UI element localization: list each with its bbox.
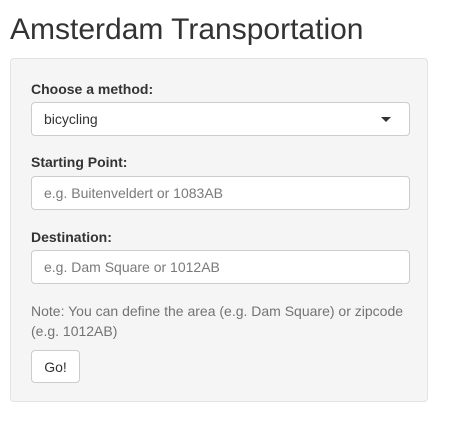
page-title: Amsterdam Transportation xyxy=(10,13,364,46)
sidebar-panel: Choose a method: bicycling Starting Poin… xyxy=(10,58,428,402)
help-note: Note: You can define the area (e.g. Dam … xyxy=(31,303,404,339)
method-label: Choose a method: xyxy=(31,81,154,97)
go-button[interactable]: Go! xyxy=(31,350,80,383)
method-selected-value: bicycling xyxy=(44,111,98,127)
destination-label: Destination: xyxy=(31,229,112,245)
destination-input[interactable] xyxy=(31,250,410,284)
chevron-down-icon xyxy=(381,117,391,122)
starting-point-input[interactable] xyxy=(31,176,410,210)
method-select[interactable]: bicycling xyxy=(31,102,410,136)
starting-point-label: Starting Point: xyxy=(31,154,128,170)
